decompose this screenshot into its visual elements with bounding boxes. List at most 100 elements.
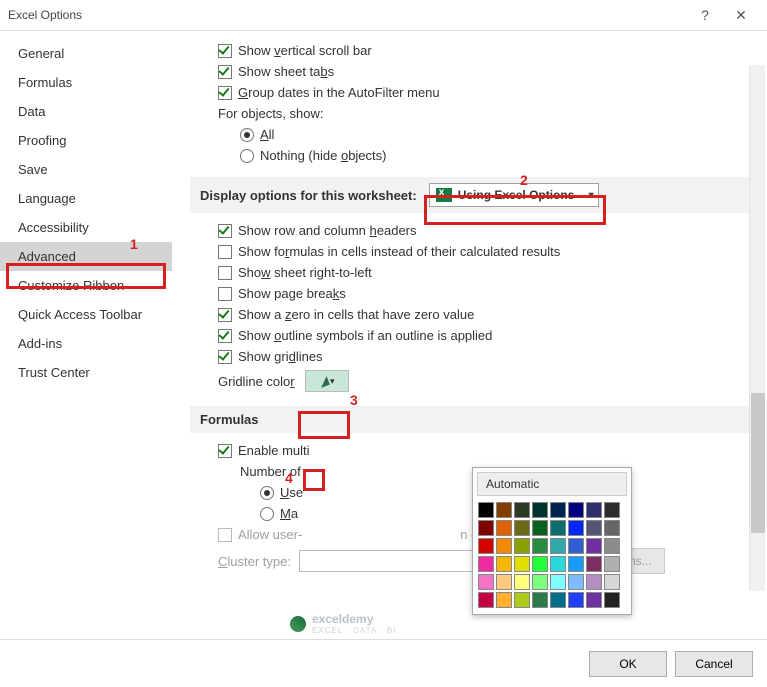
color-swatch[interactable] bbox=[550, 574, 566, 590]
chk-zero-values[interactable] bbox=[218, 308, 232, 322]
lbl-row-col-headers: Show row and column headers bbox=[238, 223, 417, 238]
color-swatch[interactable] bbox=[586, 592, 602, 608]
radio-all[interactable] bbox=[240, 128, 254, 142]
color-swatch[interactable] bbox=[550, 538, 566, 554]
sidebar-item-accessibility[interactable]: Accessibility bbox=[0, 213, 172, 242]
color-swatch[interactable] bbox=[604, 538, 620, 554]
color-swatch[interactable] bbox=[514, 574, 530, 590]
sidebar-item-data[interactable]: Data bbox=[0, 97, 172, 126]
color-swatch[interactable] bbox=[514, 556, 530, 572]
radio-use-all[interactable] bbox=[260, 486, 274, 500]
color-swatch[interactable] bbox=[496, 574, 512, 590]
sidebar-item-customize-ribbon[interactable]: Customize Ribbon bbox=[0, 271, 172, 300]
color-swatch[interactable] bbox=[568, 592, 584, 608]
color-swatch[interactable] bbox=[568, 574, 584, 590]
chk-outline-symbols[interactable] bbox=[218, 329, 232, 343]
chk-rtl[interactable] bbox=[218, 266, 232, 280]
color-swatch[interactable] bbox=[478, 502, 494, 518]
lbl-enable-multi: Enable multi bbox=[238, 443, 310, 458]
dialog-footer: OK Cancel bbox=[0, 639, 767, 687]
color-swatch[interactable] bbox=[496, 556, 512, 572]
lbl-number-of: Number of bbox=[240, 464, 301, 479]
color-swatch[interactable] bbox=[550, 520, 566, 536]
lbl-group-dates: Group dates in the AutoFilter menu bbox=[238, 85, 440, 100]
chk-show-formulas[interactable] bbox=[218, 245, 232, 259]
lbl-vertical-scroll: Show vertical scroll bar bbox=[238, 43, 372, 58]
color-swatch[interactable] bbox=[478, 538, 494, 554]
color-swatch[interactable] bbox=[550, 502, 566, 518]
lbl-radio-nothing: Nothing (hide objects) bbox=[260, 148, 386, 163]
color-swatch[interactable] bbox=[532, 592, 548, 608]
color-swatch[interactable] bbox=[550, 556, 566, 572]
radio-nothing[interactable] bbox=[240, 149, 254, 163]
color-swatch[interactable] bbox=[568, 502, 584, 518]
color-picker-popup: Automatic bbox=[472, 467, 632, 615]
window-title: Excel Options bbox=[8, 8, 82, 22]
color-swatch[interactable] bbox=[604, 592, 620, 608]
gridline-color-picker[interactable]: ◢ ▾ bbox=[305, 370, 349, 392]
sidebar-item-addins[interactable]: Add-ins bbox=[0, 329, 172, 358]
color-swatch[interactable] bbox=[568, 538, 584, 554]
radio-manual[interactable] bbox=[260, 507, 274, 521]
color-swatch[interactable] bbox=[514, 538, 530, 554]
sidebar-item-language[interactable]: Language bbox=[0, 184, 172, 213]
lbl-objects: For objects, show: bbox=[218, 106, 324, 121]
worksheet-dropdown[interactable]: Using Excel Options ▾ bbox=[429, 183, 599, 207]
sidebar-item-formulas[interactable]: Formulas bbox=[0, 68, 172, 97]
color-swatch[interactable] bbox=[604, 502, 620, 518]
sidebar-item-trust-center[interactable]: Trust Center bbox=[0, 358, 172, 387]
help-button[interactable]: ? bbox=[687, 4, 723, 26]
color-swatch[interactable] bbox=[532, 502, 548, 518]
color-swatch[interactable] bbox=[532, 538, 548, 554]
chk-page-breaks[interactable] bbox=[218, 287, 232, 301]
color-swatch[interactable] bbox=[478, 556, 494, 572]
color-swatch[interactable] bbox=[586, 556, 602, 572]
sidebar-item-advanced[interactable]: Advanced bbox=[0, 242, 172, 271]
content-scroll-thumb[interactable] bbox=[751, 393, 765, 533]
section-display-worksheet-label: Display options for this worksheet: bbox=[200, 188, 417, 203]
color-swatch[interactable] bbox=[478, 592, 494, 608]
chk-enable-multi[interactable] bbox=[218, 444, 232, 458]
color-swatch[interactable] bbox=[496, 502, 512, 518]
color-swatch[interactable] bbox=[586, 502, 602, 518]
color-swatch[interactable] bbox=[586, 574, 602, 590]
chk-gridlines[interactable] bbox=[218, 350, 232, 364]
color-swatch[interactable] bbox=[478, 574, 494, 590]
section-display-worksheet: Display options for this worksheet: Usin… bbox=[190, 177, 749, 213]
sidebar-item-proofing[interactable]: Proofing bbox=[0, 126, 172, 155]
color-swatch[interactable] bbox=[514, 592, 530, 608]
sidebar-item-qat[interactable]: Quick Access Toolbar bbox=[0, 300, 172, 329]
cancel-button[interactable]: Cancel bbox=[675, 651, 753, 677]
chk-row-col-headers[interactable] bbox=[218, 224, 232, 238]
lbl-zero-values: Show a zero in cells that have zero valu… bbox=[238, 307, 474, 322]
color-swatch[interactable] bbox=[496, 538, 512, 554]
color-swatch[interactable] bbox=[496, 592, 512, 608]
lbl-allow-udf: Allow user- bbox=[238, 527, 302, 542]
color-swatch[interactable] bbox=[604, 520, 620, 536]
color-swatch[interactable] bbox=[532, 520, 548, 536]
color-swatch[interactable] bbox=[496, 520, 512, 536]
color-swatch[interactable] bbox=[514, 520, 530, 536]
ok-button[interactable]: OK bbox=[589, 651, 667, 677]
color-swatch[interactable] bbox=[478, 520, 494, 536]
sidebar-item-save[interactable]: Save bbox=[0, 155, 172, 184]
chk-sheet-tabs[interactable] bbox=[218, 65, 232, 79]
color-swatch[interactable] bbox=[604, 556, 620, 572]
color-swatch[interactable] bbox=[586, 520, 602, 536]
section-formulas-label: Formulas bbox=[200, 412, 259, 427]
lbl-outline-symbols: Show outline symbols if an outline is ap… bbox=[238, 328, 492, 343]
color-swatch[interactable] bbox=[568, 520, 584, 536]
color-swatch[interactable] bbox=[532, 556, 548, 572]
color-automatic[interactable]: Automatic bbox=[477, 472, 627, 496]
color-swatch[interactable] bbox=[514, 502, 530, 518]
lbl-page-breaks: Show page breaks bbox=[238, 286, 346, 301]
close-button[interactable]: ✕ bbox=[723, 4, 759, 26]
color-swatch[interactable] bbox=[532, 574, 548, 590]
chk-vertical-scroll[interactable] bbox=[218, 44, 232, 58]
color-swatch[interactable] bbox=[604, 574, 620, 590]
color-swatch[interactable] bbox=[568, 556, 584, 572]
color-swatch[interactable] bbox=[550, 592, 566, 608]
chk-group-dates[interactable] bbox=[218, 86, 232, 100]
color-swatch[interactable] bbox=[586, 538, 602, 554]
sidebar-item-general[interactable]: General bbox=[0, 39, 172, 68]
